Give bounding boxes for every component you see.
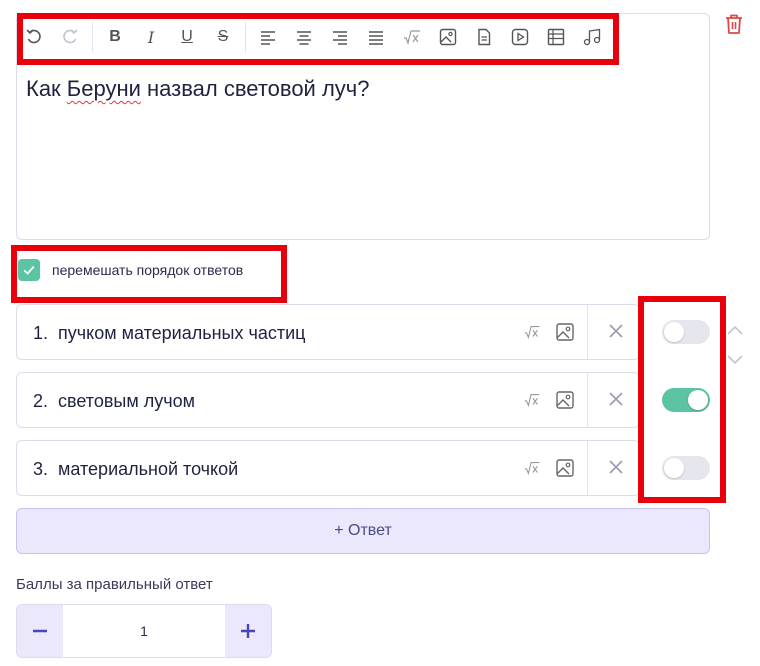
answer-text-field[interactable]: 1. пучком материальных частиц (33, 305, 305, 361)
underline-icon: U (181, 28, 193, 45)
formula-button[interactable] (394, 19, 430, 55)
align-left-button[interactable] (250, 19, 286, 55)
answer-text-field[interactable]: 2. световым лучом (33, 373, 195, 429)
answer-formula-button[interactable] (521, 457, 543, 479)
image-icon (556, 391, 574, 409)
checkmark-icon (23, 265, 35, 275)
answer-formula-button[interactable] (521, 321, 543, 343)
redo-icon (63, 29, 78, 44)
move-up-button[interactable] (726, 324, 744, 338)
delete-answer-button[interactable] (605, 320, 627, 342)
correct-toggle[interactable] (662, 456, 710, 480)
sqrt-x-icon (524, 394, 540, 408)
shuffle-checkbox[interactable] (18, 259, 40, 281)
toggle-knob (664, 322, 684, 342)
points-input[interactable]: 1 (63, 605, 225, 657)
toggle-knob (688, 390, 708, 410)
answer-row: 3. материальной точкой (16, 440, 640, 496)
undo-button[interactable] (16, 19, 52, 55)
move-down-button[interactable] (726, 352, 744, 366)
video-icon (511, 28, 529, 46)
answer-text: материальной точкой (58, 458, 239, 479)
table-button[interactable] (538, 19, 574, 55)
delete-answer-button[interactable] (605, 456, 627, 478)
align-right-button[interactable] (322, 19, 358, 55)
align-justify-button[interactable] (358, 19, 394, 55)
answer-image-button[interactable] (554, 321, 576, 343)
answer-divider (587, 373, 588, 427)
answer-image-button[interactable] (554, 457, 576, 479)
question-prefix: Как (26, 76, 67, 101)
strikethrough-button[interactable]: S (205, 19, 241, 55)
image-icon (439, 28, 457, 46)
answer-number: 1. (33, 322, 49, 343)
strikethrough-icon: S (217, 28, 229, 45)
close-icon (609, 460, 623, 474)
sqrt-x-icon (404, 30, 420, 45)
chevron-down-icon (727, 355, 743, 365)
trash-icon (726, 14, 742, 34)
align-left-icon (261, 31, 275, 45)
align-center-icon (297, 31, 311, 45)
image-icon (556, 459, 574, 477)
answer-text-field[interactable]: 3. материальной точкой (33, 441, 238, 497)
correct-toggle[interactable] (662, 388, 710, 412)
decrement-button[interactable] (17, 605, 63, 657)
question-text[interactable]: Как Беруни назвал световой луч? (26, 76, 370, 102)
italic-icon: I (147, 27, 155, 47)
delete-question-button[interactable] (723, 12, 745, 36)
undo-icon (26, 29, 41, 44)
shuffle-label: перемешать порядок ответов (52, 262, 244, 278)
shuffle-option: перемешать порядок ответов (18, 259, 243, 281)
answer-row: 2. световым лучом (16, 372, 640, 428)
points-label: Баллы за правильный ответ (16, 576, 213, 593)
image-button[interactable] (430, 19, 466, 55)
misspelled-word: Беруни (66, 76, 141, 101)
answer-text: пучком материальных частиц (58, 322, 306, 343)
redo-button[interactable] (52, 19, 88, 55)
minus-icon (33, 629, 47, 633)
close-icon (609, 324, 623, 338)
table-icon (547, 28, 565, 46)
sqrt-x-icon (524, 462, 540, 476)
image-icon (556, 323, 574, 341)
bold-button[interactable]: B (97, 19, 133, 55)
italic-button[interactable]: I (133, 19, 169, 55)
video-button[interactable] (502, 19, 538, 55)
correct-toggle[interactable] (662, 320, 710, 344)
document-button[interactable] (466, 19, 502, 55)
editor-toolbar: B I U S (16, 18, 610, 56)
sqrt-x-icon (524, 326, 540, 340)
points-stepper: 1 (16, 604, 272, 658)
underline-button[interactable]: U (169, 19, 205, 55)
align-justify-icon (369, 31, 383, 45)
answer-formula-button[interactable] (521, 389, 543, 411)
add-answer-button[interactable]: + Ответ (16, 508, 710, 554)
answer-text: световым лучом (58, 390, 195, 411)
chevron-up-icon (727, 325, 743, 335)
close-icon (609, 392, 623, 406)
audio-button[interactable] (574, 19, 610, 55)
toolbar-divider (92, 22, 93, 52)
answer-divider (587, 441, 588, 495)
toolbar-divider (245, 22, 246, 52)
answer-number: 3. (33, 458, 49, 479)
question-suffix: назвал световой луч? (140, 76, 370, 101)
music-note-icon (583, 28, 601, 46)
align-center-button[interactable] (286, 19, 322, 55)
answer-divider (587, 305, 588, 359)
answer-number: 2. (33, 390, 49, 411)
delete-answer-button[interactable] (605, 388, 627, 410)
align-right-icon (333, 31, 347, 45)
toggle-knob (664, 458, 684, 478)
answer-image-button[interactable] (554, 389, 576, 411)
document-icon (478, 28, 491, 46)
bold-icon: B (109, 28, 121, 45)
answer-row: 1. пучком материальных частиц (16, 304, 640, 360)
increment-button[interactable] (225, 605, 271, 657)
plus-icon (241, 624, 255, 638)
